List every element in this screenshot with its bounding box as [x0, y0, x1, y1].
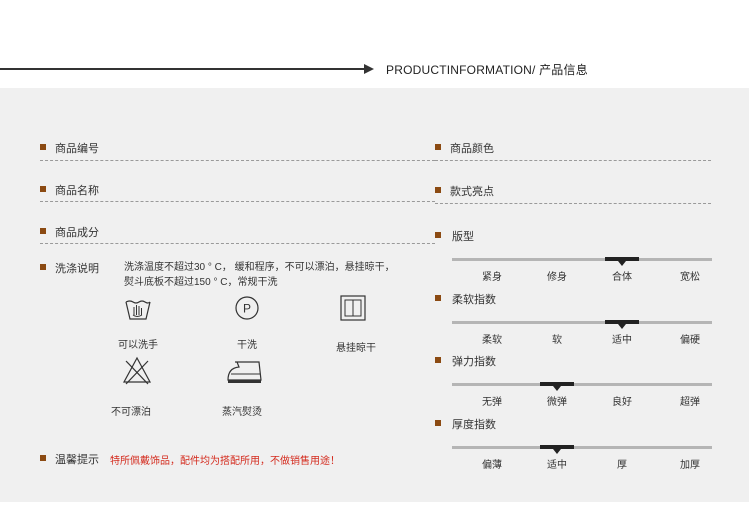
scale-label: 柔软指数	[452, 294, 496, 306]
page-title: PRODUCTINFORMATION/ 产品信息	[386, 63, 588, 77]
scale-option: 偏薄	[482, 460, 502, 471]
care-label: 蒸汽熨烫	[222, 407, 262, 418]
tip-label: 温馨提示	[55, 454, 99, 466]
scale-option: 微弹	[547, 397, 567, 408]
field-label: 商品颜色	[450, 143, 494, 155]
field-label: 商品成分	[55, 227, 99, 239]
bullet-icon	[435, 232, 441, 238]
field-label: 商品编号	[55, 143, 99, 155]
scale-option: 厚	[617, 460, 627, 471]
scale-pointer-icon	[618, 261, 626, 266]
care-label: 可以洗手	[118, 340, 158, 351]
product-info-panel: 商品编号 商品名称 商品成分 洗涤说明 洗涤温度不超过30 ° C， 缓和程序，…	[0, 88, 749, 502]
bullet-icon	[435, 295, 441, 301]
scale-label: 版型	[452, 231, 474, 243]
scale-pointer-icon	[553, 386, 561, 391]
bullet-icon	[40, 264, 46, 270]
wash-text-line2: 熨斗底板不超过150 ° C，常规干洗	[124, 277, 278, 288]
divider	[40, 201, 435, 202]
scale-pointer-icon	[553, 449, 561, 454]
scale-pointer-icon	[618, 324, 626, 329]
bullet-icon	[40, 144, 46, 150]
wash-text-line1: 洗涤温度不超过30 ° C， 缓和程序，不可以漂泊，悬挂晾干，	[124, 262, 395, 273]
hand-wash-icon	[125, 300, 151, 320]
bullet-icon	[435, 187, 441, 193]
scale-option: 修身	[547, 272, 567, 283]
bullet-icon	[435, 420, 441, 426]
header-line	[0, 68, 368, 70]
scale-bar	[452, 383, 712, 386]
scale-label: 弹力指数	[452, 356, 496, 368]
scale-bar	[452, 446, 712, 449]
field-label: 商品名称	[55, 185, 99, 197]
divider	[435, 160, 711, 161]
steam-iron-icon	[227, 361, 262, 383]
scale-bar	[452, 321, 712, 324]
scale-label: 厚度指数	[452, 419, 496, 431]
scale-option: 软	[552, 335, 562, 346]
bullet-icon	[40, 228, 46, 234]
scale-option: 紧身	[482, 272, 502, 283]
bullet-icon	[435, 357, 441, 363]
scale-option: 宽松	[680, 272, 700, 283]
scale-option: 超弹	[680, 397, 700, 408]
tip-text: 特所佩戴饰品，配件均为搭配所用，不做销售用途！	[110, 456, 340, 467]
divider	[435, 203, 711, 204]
field-label: 款式亮点	[450, 186, 494, 198]
dry-clean-glyph: P	[243, 302, 251, 316]
bullet-icon	[40, 455, 46, 461]
header-arrow-icon	[364, 64, 374, 74]
scale-option: 适中	[612, 335, 632, 346]
hang-dry-icon	[340, 295, 366, 321]
care-label: 不可漂泊	[111, 407, 151, 418]
scale-bar	[452, 258, 712, 261]
dry-clean-icon: P	[235, 296, 259, 320]
bullet-icon	[435, 144, 441, 150]
wash-label: 洗涤说明	[55, 263, 99, 275]
scale-option: 柔软	[482, 335, 502, 346]
divider	[40, 160, 435, 161]
bullet-icon	[40, 186, 46, 192]
divider	[40, 243, 435, 244]
care-label: 悬挂晾干	[336, 343, 376, 354]
scale-option: 加厚	[680, 460, 700, 471]
care-label: 干洗	[237, 340, 257, 351]
scale-option: 无弹	[482, 397, 502, 408]
scale-option: 良好	[612, 397, 632, 408]
scale-option: 合体	[612, 272, 632, 283]
scale-option: 偏硬	[680, 335, 700, 346]
scale-option: 适中	[547, 460, 567, 471]
no-bleach-icon	[122, 356, 152, 385]
